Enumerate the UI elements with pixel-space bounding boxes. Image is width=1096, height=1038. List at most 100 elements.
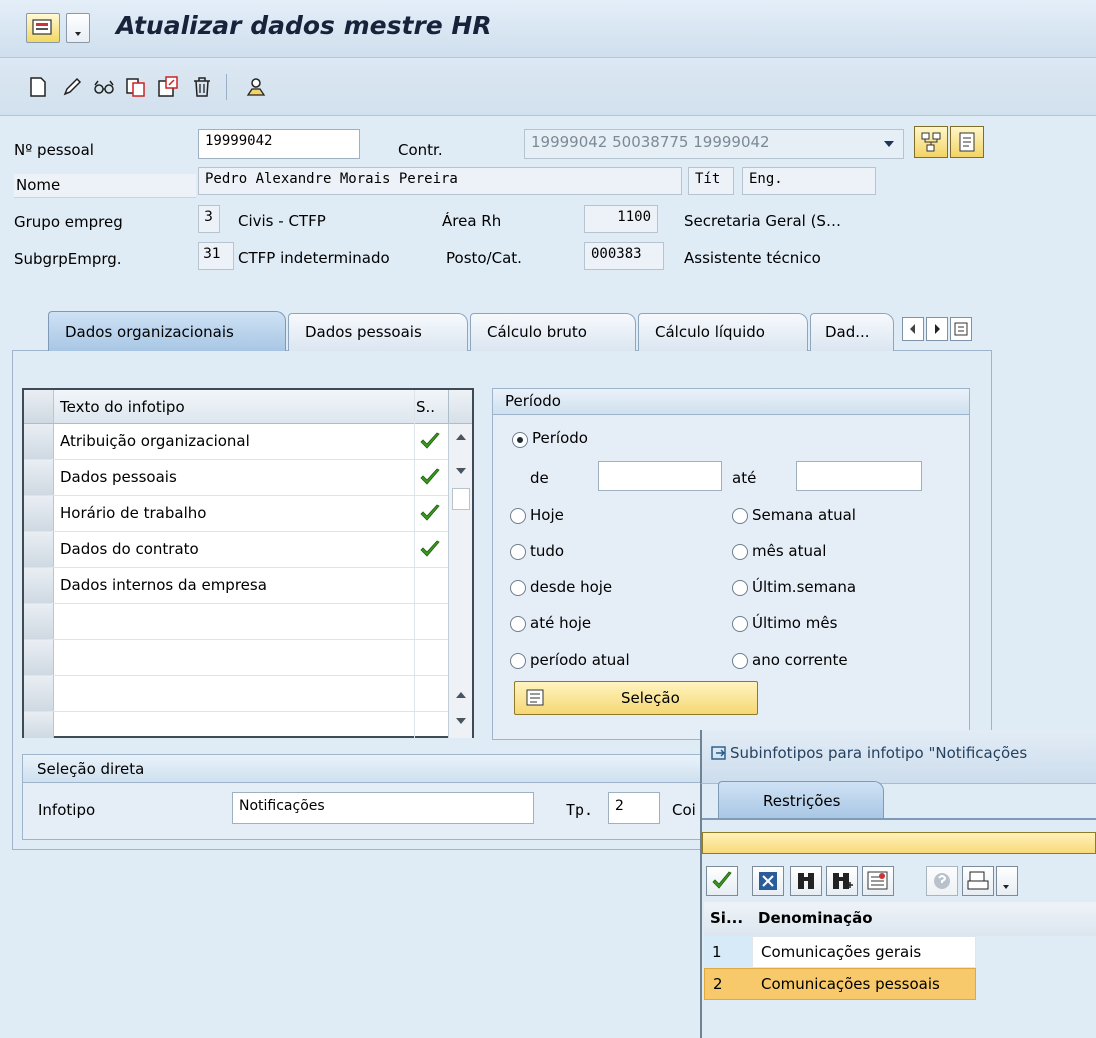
column-header-code[interactable]: Si... [710, 909, 743, 927]
type-input[interactable]: 2 [608, 792, 660, 824]
tab-calculo-liquido[interactable]: Cálculo líquido [638, 313, 808, 351]
radio-ate-hoje[interactable] [510, 616, 526, 632]
row-selector[interactable] [24, 604, 54, 639]
scroll-down-icon[interactable] [454, 716, 468, 726]
info-button[interactable] [926, 866, 958, 896]
table-row[interactable] [24, 676, 472, 712]
radio-periodo-atual-label: período atual [530, 651, 630, 669]
contract-select-value: 19999042 50038775 19999042 [531, 133, 770, 151]
chevron-right-icon [935, 324, 940, 334]
radio-ultimo-mes[interactable] [732, 616, 748, 632]
radio-period-label: Período [532, 429, 588, 447]
radio-mes-atual[interactable] [732, 544, 748, 560]
tab-dados-more[interactable]: Dad... [810, 313, 894, 351]
table-row[interactable]: Dados do contrato [24, 532, 472, 568]
column-header-denominacao[interactable]: Denominação [758, 909, 873, 927]
select-all-cell[interactable] [24, 390, 54, 423]
radio-ano-corrente-label: ano corrente [752, 651, 848, 669]
radio-ano-corrente[interactable] [732, 653, 748, 669]
list-item-selected[interactable]: 2 Comunicações pessoais [704, 968, 976, 1000]
employee-subgroup-label: SubgrpEmprg. [14, 250, 122, 268]
copy-icon[interactable] [124, 75, 148, 99]
tab-underline [702, 818, 1096, 820]
find-next-button[interactable] [826, 866, 858, 896]
contract-detail-button[interactable] [950, 126, 984, 158]
radio-ultim-semana-label: Últim.semana [752, 578, 857, 596]
infotype-input[interactable]: Notificações [232, 792, 534, 824]
change-icon[interactable] [60, 75, 84, 99]
radio-desde-hoje[interactable] [510, 580, 526, 596]
radio-tudo[interactable] [510, 544, 526, 560]
chevron-down-icon[interactable] [883, 139, 895, 149]
hr-area-label: Área Rh [442, 212, 502, 230]
selection-button[interactable]: Seleção [514, 681, 758, 715]
table-row[interactable]: Dados pessoais [24, 460, 472, 496]
infotype-text: Dados internos da empresa [60, 576, 267, 594]
row-selector[interactable] [24, 496, 54, 531]
employee-group-code: 3 [198, 205, 220, 233]
cancel-button[interactable] [752, 866, 784, 896]
contract-select[interactable]: 19999042 50038775 19999042 [524, 129, 904, 159]
row-selector[interactable] [24, 532, 54, 567]
row-selector[interactable] [24, 676, 54, 711]
radio-periodo-atual[interactable] [510, 653, 526, 669]
list-item-code-cell[interactable]: 1 [704, 936, 752, 968]
column-settings-button[interactable] [448, 390, 472, 423]
to-date-input[interactable] [796, 461, 922, 491]
radio-hoje[interactable] [510, 508, 526, 524]
find-button[interactable] [790, 866, 822, 896]
from-date-input[interactable] [598, 461, 722, 491]
chevron-down-icon[interactable] [66, 13, 90, 43]
delimit-icon[interactable] [156, 75, 180, 99]
print-button[interactable] [962, 866, 994, 896]
employee-group-label: Grupo empreg [14, 213, 123, 231]
row-selector[interactable] [24, 424, 54, 459]
chevron-down-icon[interactable] [996, 866, 1018, 896]
row-selector[interactable] [24, 640, 54, 675]
personnel-number-input[interactable]: 19999042 [198, 129, 360, 159]
create-icon[interactable] [26, 75, 50, 99]
radio-ultim-semana[interactable] [732, 580, 748, 596]
table-row[interactable]: Atribuição organizacional [24, 424, 472, 460]
tab-restricoes[interactable]: Restrições [718, 781, 884, 819]
table-row[interactable] [24, 604, 472, 640]
table-row[interactable] [24, 712, 472, 738]
confirm-button[interactable] [706, 866, 738, 896]
column-header-text[interactable]: Texto do infotipo [60, 398, 185, 416]
sort-icon [867, 871, 888, 890]
row-selector[interactable] [24, 712, 54, 738]
tab-scroll-left-button[interactable] [902, 317, 924, 341]
radio-period[interactable] [512, 432, 528, 448]
table-row[interactable]: Dados internos da empresa [24, 568, 472, 604]
row-selector[interactable] [24, 568, 54, 603]
tab-scroll-right-button[interactable] [926, 317, 948, 341]
tab-list-icon [954, 322, 968, 336]
table-row[interactable] [24, 640, 472, 676]
sort-button[interactable] [862, 866, 894, 896]
row-selector[interactable] [24, 460, 54, 495]
infotype-table-header: Texto do infotipo S.. [24, 390, 472, 424]
from-label: de [530, 469, 549, 487]
scroll-up-icon[interactable] [454, 432, 468, 442]
infotype-label: Infotipo [38, 801, 96, 819]
tab-dados-pessoais[interactable]: Dados pessoais [288, 313, 468, 351]
list-item[interactable]: Comunicações gerais [752, 936, 976, 968]
vertical-scrollbar[interactable] [448, 424, 472, 738]
document-icon [959, 132, 975, 152]
display-icon[interactable] [92, 75, 116, 99]
radio-semana-atual[interactable] [732, 508, 748, 524]
tab-dados-organizacionais[interactable]: Dados organizacionais [48, 311, 286, 351]
system-menu-button[interactable] [26, 13, 60, 43]
scroll-thumb[interactable] [452, 488, 470, 510]
overview-icon[interactable] [244, 75, 268, 99]
org-structure-button[interactable] [914, 126, 948, 158]
column-header-status[interactable]: S.. [416, 398, 435, 416]
infotype-text: Dados do contrato [60, 540, 199, 558]
table-row[interactable]: Horário de trabalho [24, 496, 472, 532]
radio-ate-hoje-label: até hoje [530, 614, 592, 632]
tab-list-button[interactable] [950, 317, 972, 341]
scroll-down-icon[interactable] [454, 466, 468, 476]
delete-icon[interactable] [190, 75, 214, 99]
scroll-up-icon[interactable] [454, 690, 468, 700]
tab-calculo-bruto[interactable]: Cálculo bruto [470, 313, 636, 351]
